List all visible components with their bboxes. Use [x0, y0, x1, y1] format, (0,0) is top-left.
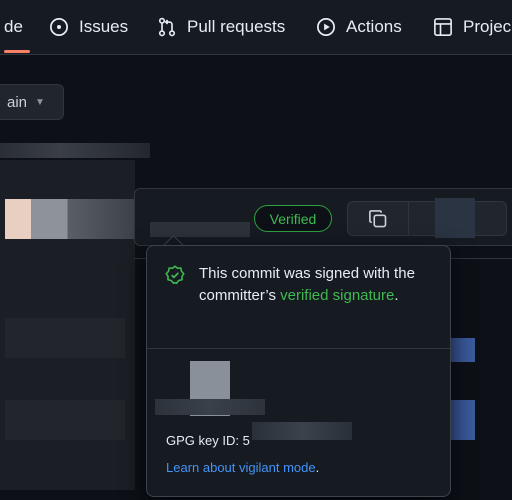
redacted-commit-text: [0, 143, 150, 158]
tab-actions[interactable]: Actions: [316, 0, 402, 54]
verified-badge[interactable]: Verified: [254, 205, 332, 232]
branch-name: ain: [7, 93, 28, 111]
tab-actions-label: Actions: [346, 17, 402, 36]
verified-shield-icon: [165, 265, 185, 285]
redacted-commit-meta: [150, 222, 250, 237]
issue-opened-icon: [50, 18, 68, 36]
branch-select-button[interactable]: ain ▼: [0, 84, 64, 120]
tab-pull-requests[interactable]: Pull requests: [157, 0, 285, 54]
redacted-signer-name: [155, 399, 265, 415]
redacted-author: [31, 199, 135, 239]
repo-tab-bar: de Issues Pull requests Actions Projec: [0, 0, 512, 55]
tab-projects-label: Projec: [463, 17, 512, 36]
redacted-sha: [435, 198, 475, 238]
signature-message-end: .: [394, 287, 399, 304]
verified-signature-link[interactable]: verified signature: [280, 287, 394, 304]
tab-issues[interactable]: Issues: [49, 0, 128, 54]
avatar: [5, 199, 31, 239]
learn-vigilant-mode: Learn about vigilant mode.: [166, 460, 319, 475]
tab-issues-label: Issues: [79, 17, 129, 36]
redacted-row: [5, 318, 125, 358]
redacted-row: [5, 400, 125, 440]
table-icon: [434, 18, 452, 36]
active-tab-indicator: [4, 50, 30, 53]
gpg-key-value: 5: [242, 433, 250, 448]
triangle-down-icon: ▼: [35, 96, 45, 108]
verified-badge-label: Verified: [269, 210, 317, 227]
browse-files-button[interactable]: [409, 198, 507, 238]
learn-vigilant-mode-link[interactable]: Learn about vigilant mode: [166, 460, 316, 475]
popover-header: This commit was signed with the committe…: [147, 246, 450, 349]
signature-message: This commit was signed with the committe…: [199, 263, 439, 307]
gpg-key-label: GPG key ID:: [166, 433, 243, 448]
gpg-key-id: GPG key ID: 5: [166, 433, 250, 448]
tab-pull-requests-label: Pull requests: [187, 17, 286, 36]
copy-sha-button[interactable]: [347, 201, 409, 236]
redacted-gpg-key: [252, 422, 352, 440]
tab-code[interactable]: de: [4, 0, 23, 54]
copy-icon: [369, 209, 387, 227]
git-pull-request-icon: [158, 17, 176, 37]
learn-link-period: .: [315, 460, 320, 475]
signature-popover: This commit was signed with the committe…: [146, 245, 451, 497]
tab-code-label: de: [4, 17, 23, 36]
play-icon: [317, 18, 335, 36]
tab-projects[interactable]: Projec: [433, 0, 511, 54]
